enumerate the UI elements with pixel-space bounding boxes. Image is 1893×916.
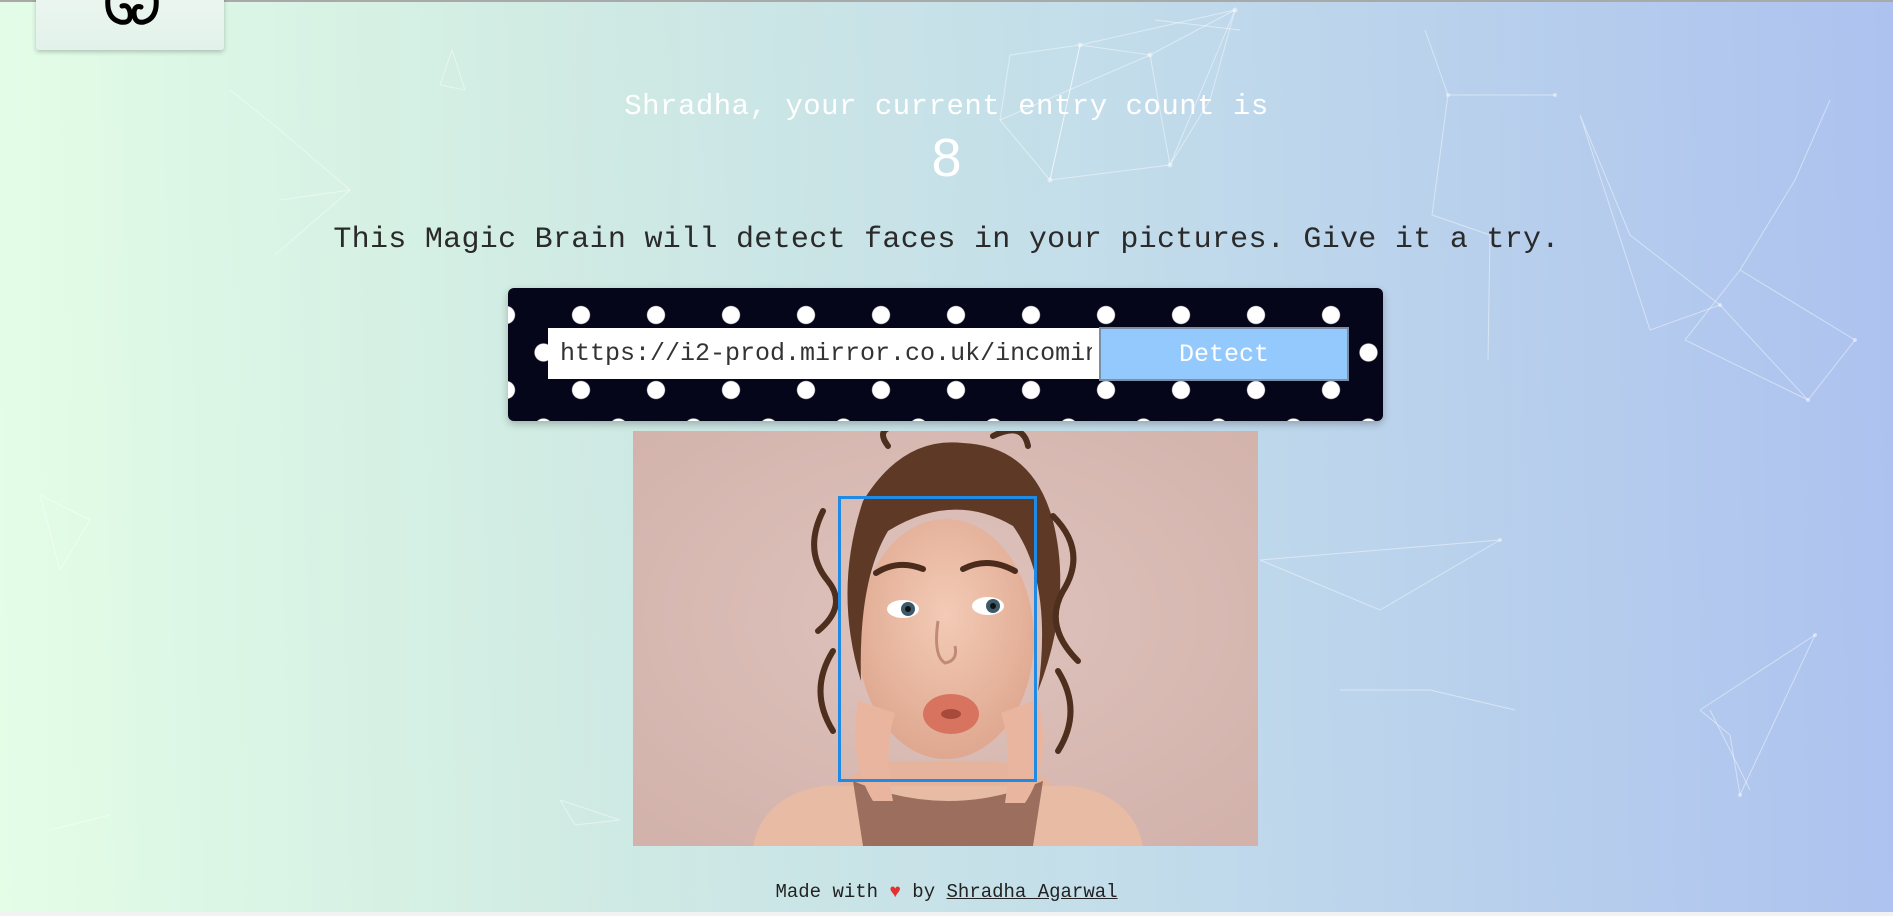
brain-logo-card[interactable]: [36, 0, 224, 50]
window-bottom-strip: [0, 912, 1893, 916]
brain-logo-icon: [105, 0, 159, 25]
footer: Made with ♥ by Shradha Agarwal: [0, 880, 1893, 904]
heart-icon: ♥: [889, 881, 901, 903]
entry-count-value: 8: [931, 128, 962, 188]
face-bounding-box: [838, 496, 1037, 782]
face-recognition-image: [633, 431, 1258, 846]
author-link[interactable]: Shradha Agarwal: [947, 881, 1118, 903]
entry-count-greeting: Shradha, your current entry count is: [624, 90, 1269, 123]
image-url-input[interactable]: [548, 328, 1104, 379]
footer-by: by: [912, 881, 936, 903]
footer-made-with: Made with: [775, 881, 879, 903]
intro-tagline: This Magic Brain will detect faces in yo…: [333, 223, 1560, 257]
window-top-border: [0, 0, 1893, 2]
detect-button[interactable]: Detect: [1099, 327, 1349, 381]
image-link-form: Detect: [508, 288, 1383, 421]
